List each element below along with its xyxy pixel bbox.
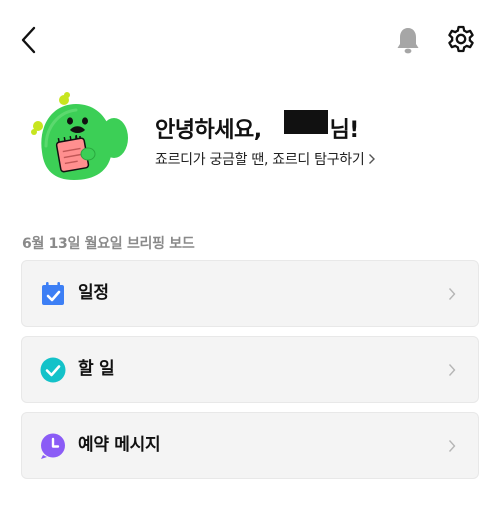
chevron-right-icon bbox=[369, 154, 376, 164]
briefing-item-label: 할 일 bbox=[78, 359, 115, 379]
briefing-board-title: 6월 13일 월요일 브리핑 보드 bbox=[22, 236, 195, 252]
chevron-right-icon bbox=[448, 288, 456, 300]
check-circle-icon bbox=[40, 357, 66, 383]
calendar-check-icon bbox=[42, 282, 64, 305]
bell-icon bbox=[397, 28, 419, 54]
greeting-prefix: 안녕하세요, bbox=[155, 118, 262, 143]
notification-button[interactable] bbox=[392, 24, 424, 56]
redacted-username bbox=[283, 110, 328, 134]
briefing-item-todo[interactable]: 할 일 bbox=[21, 336, 479, 403]
briefing-item-scheduled-message[interactable]: 예약 메시지 bbox=[21, 412, 479, 479]
jordy-mascot-image bbox=[30, 92, 134, 184]
briefing-item-label: 일정 bbox=[78, 283, 109, 303]
back-icon bbox=[21, 26, 36, 54]
settings-button[interactable] bbox=[445, 23, 477, 55]
top-bar bbox=[0, 0, 500, 80]
chevron-right-icon bbox=[448, 440, 456, 452]
explore-jordy-link[interactable]: 죠르디가 궁금할 땐, 죠르디 탐구하기 bbox=[155, 149, 376, 169]
greeting-suffix: 님! bbox=[329, 118, 360, 143]
clock-icon bbox=[41, 433, 65, 459]
gear-icon bbox=[448, 25, 474, 53]
explore-link-label: 죠르디가 궁금할 땐, 죠르디 탐구하기 bbox=[155, 152, 365, 168]
back-button[interactable] bbox=[16, 24, 44, 56]
briefing-item-label: 예약 메시지 bbox=[78, 435, 161, 455]
briefing-item-schedule[interactable]: 일정 bbox=[21, 260, 479, 327]
greeting-heading: 안녕하세요, 님! bbox=[155, 110, 360, 144]
chevron-right-icon bbox=[448, 364, 456, 376]
